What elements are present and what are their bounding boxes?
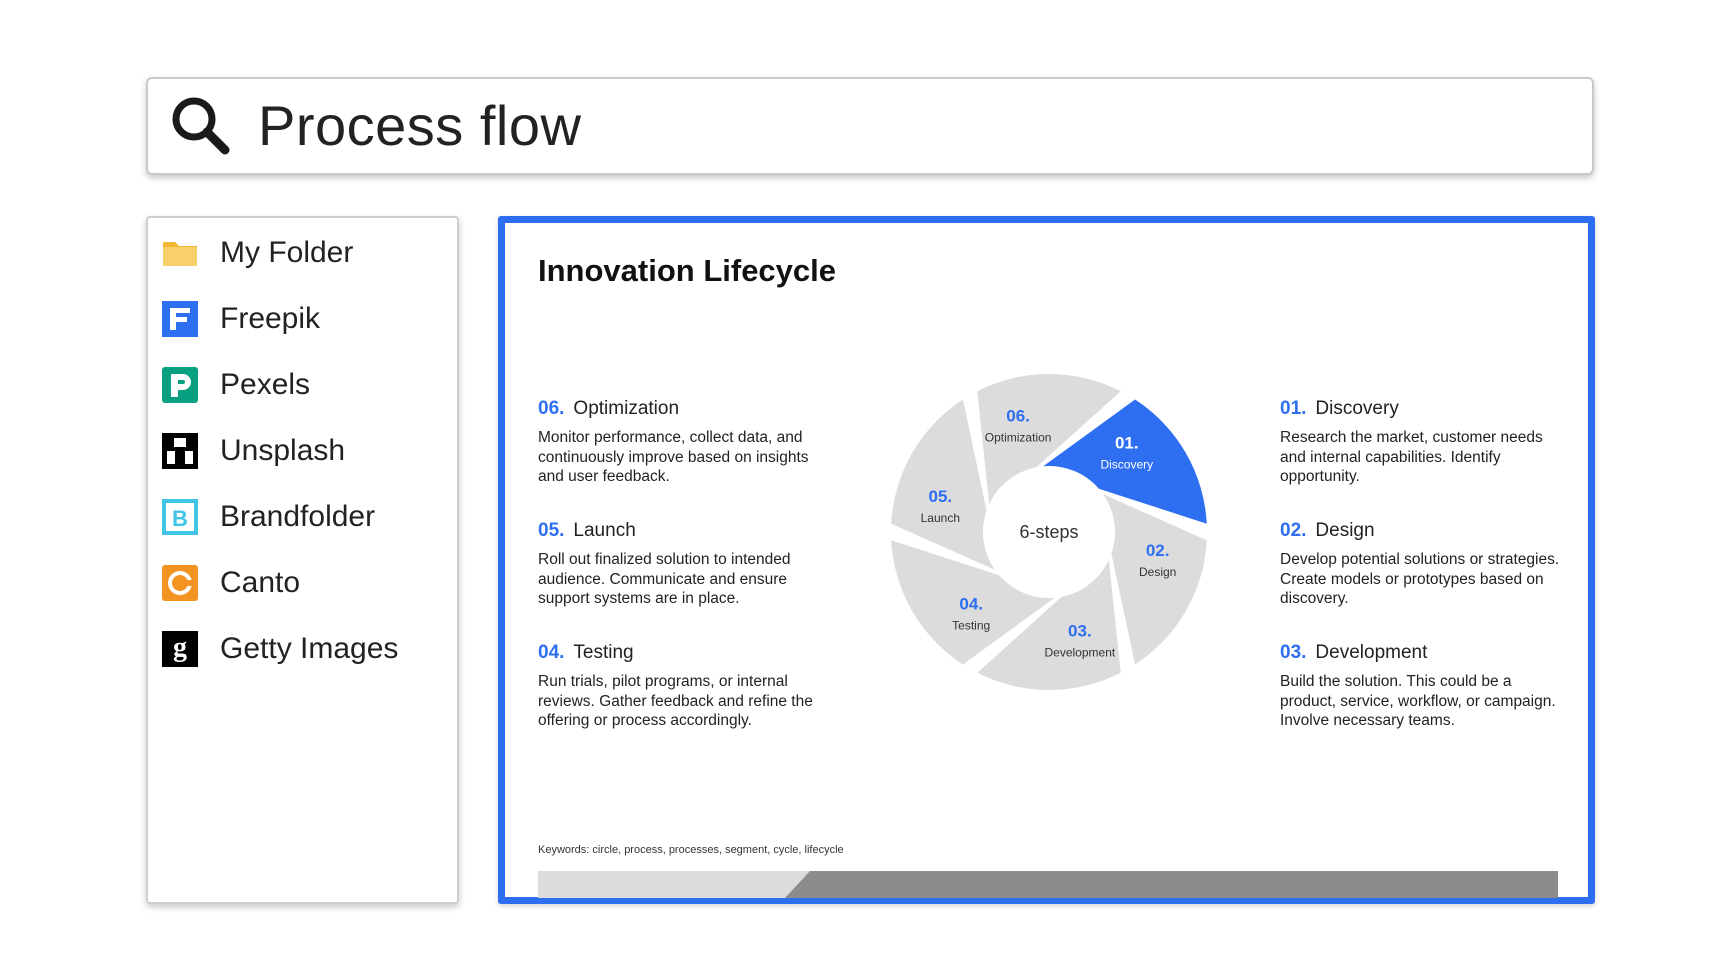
svg-text:B: B xyxy=(172,506,188,531)
search-input[interactable]: Process flow xyxy=(258,93,581,159)
freepik-icon xyxy=(162,301,198,337)
cycle-segment-number: 04. xyxy=(959,595,983,614)
brandfolder-icon: B xyxy=(162,499,198,535)
cycle-segment-number: 03. xyxy=(1068,622,1092,641)
sidebar-item-label: Canto xyxy=(220,566,301,599)
cycle-segment-number: 02. xyxy=(1146,541,1170,560)
pexels-icon xyxy=(162,367,198,403)
sidebar-item-unsplash[interactable]: Unsplash xyxy=(162,426,442,476)
cycle-segment-label: Development xyxy=(1045,646,1116,660)
sidebar-item-label: Getty Images xyxy=(220,632,399,665)
search-bar[interactable]: Process flow xyxy=(146,77,1594,175)
svg-text:g: g xyxy=(173,632,187,663)
cycle-segment-number: 05. xyxy=(929,487,953,506)
sidebar-item-getty-images[interactable]: g Getty Images xyxy=(162,624,442,674)
lifecycle-cycle-diagram: 6-steps 01. Discovery 02. Design 03. Developm… xyxy=(891,374,1207,690)
cycle-segment-label: Discovery xyxy=(1100,457,1153,471)
sidebar-item-label: Freepik xyxy=(220,302,321,335)
keywords-caption: Keywords: circle, process, processes, se… xyxy=(538,844,844,856)
slide-preview[interactable]: Innovation Lifecycle 06. Optimization Mon… xyxy=(498,216,1595,904)
sidebar-item-canto[interactable]: Canto xyxy=(162,558,442,608)
sidebar-item-label: My Folder xyxy=(220,236,354,269)
sidebar-item-freepik[interactable]: Freepik xyxy=(162,294,442,344)
canto-icon xyxy=(162,565,198,601)
cycle-segment-label: Testing xyxy=(952,619,990,633)
cycle-segment-label: Design xyxy=(1139,565,1176,579)
folder-icon xyxy=(163,242,197,266)
footer-bar-accent xyxy=(785,871,1558,898)
cycle-segment-label: Launch xyxy=(921,511,960,525)
source-sidebar: My Folder Freepik Pexels Unsplash B Bran… xyxy=(146,216,459,904)
search-icon[interactable] xyxy=(168,93,234,159)
unsplash-icon xyxy=(162,433,198,469)
sidebar-item-label: Brandfolder xyxy=(220,500,376,533)
cycle-segment-launch xyxy=(891,399,995,570)
cycle-segment-label: Optimization xyxy=(985,430,1052,444)
sidebar-item-label: Pexels xyxy=(220,368,311,401)
getty-images-icon: g xyxy=(162,631,198,667)
sidebar-item-brandfolder[interactable]: B Brandfolder xyxy=(162,492,442,542)
sidebar-item-pexels[interactable]: Pexels xyxy=(162,360,442,410)
cycle-segment-number: 06. xyxy=(1006,406,1030,425)
cycle-segment-design xyxy=(1103,494,1207,665)
sidebar-item-label: Unsplash xyxy=(220,434,346,467)
cycle-segment-number: 01. xyxy=(1115,433,1139,452)
sidebar-item-my-folder[interactable]: My Folder xyxy=(162,228,442,278)
cycle-center-label: 6-steps xyxy=(1019,522,1078,542)
